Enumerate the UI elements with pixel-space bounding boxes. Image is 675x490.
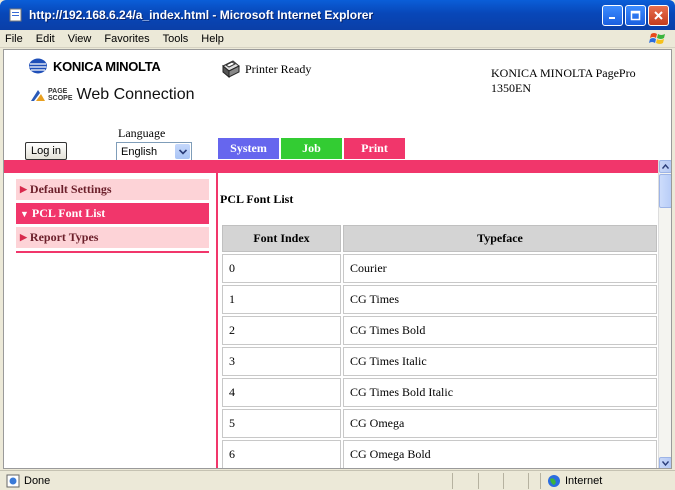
menu-tools[interactable]: Tools [163,33,189,45]
font-table: Font Index Typeface 0 Courier 1 CG Times 2… [220,223,659,468]
pagescope-line1: PAGE [48,88,68,95]
table-row: 1 CG Times [222,285,657,314]
windows-flag-icon [649,32,667,46]
column-header-typeface: Typeface [343,225,657,252]
scroll-up-button[interactable] [659,160,671,173]
font-index-cell: 2 [222,316,341,345]
sidebar-item-report-types[interactable]: ▶ Report Types [16,227,209,248]
menu-edit[interactable]: Edit [36,33,55,45]
typeface-cell: CG Times Italic [343,347,657,376]
sidebar-item-label: Report Types [29,230,99,244]
globe-icon [548,475,560,487]
font-index-cell: 0 [222,254,341,283]
web-connection-title: Web Connection [76,86,195,103]
tab-print[interactable]: Print [344,138,405,159]
content-divider [216,173,218,468]
ie-page-icon [8,7,24,23]
title-bar: http://192.168.6.24/a_index.html - Micro… [0,0,675,30]
menu-favorites[interactable]: Favorites [104,33,149,45]
zone-text: Internet [565,475,603,487]
sidebar-item-label: PCL Font List [31,206,106,220]
font-index-cell: 5 [222,409,341,438]
font-index-cell: 4 [222,378,341,407]
tab-job[interactable]: Job [281,138,342,159]
menu-bar: File Edit View Favorites Tools Help [0,30,675,48]
web-connection-logo: PAGE SCOPE Web Connection [30,86,195,104]
pagescope-icon [31,90,45,101]
login-button[interactable]: Log in [25,142,67,160]
brand-name: KONICA MINOLTA [53,58,161,74]
language-value: English [121,145,158,158]
arrow-right-icon: ▶ [20,184,27,194]
browser-viewport: KONICA MINOLTA PAGE SCOPE Web Connection… [3,49,672,469]
table-row: 5 CG Omega [222,409,657,438]
typeface-cell: CG Times Bold [343,316,657,345]
sidebar-item-label: Default Settings [29,182,112,196]
scroll-down-button[interactable] [659,457,671,468]
konica-globe-icon [29,58,47,74]
table-row: 3 CG Times Italic [222,347,657,376]
typeface-cell: CG Omega [343,409,657,438]
table-row: 2 CG Times Bold [222,316,657,345]
font-index-cell: 6 [222,440,341,468]
vertical-scrollbar[interactable] [658,160,671,468]
close-button[interactable] [648,5,669,26]
typeface-cell: CG Times Bold Italic [343,378,657,407]
main-tabs: System Job Print [218,138,405,159]
menu-help[interactable]: Help [201,33,224,45]
page-title: PCL Font List [220,192,294,206]
typeface-cell: CG Omega Bold [343,440,657,468]
printer-model-line2: 1350EN [491,81,531,95]
table-row: 4 CG Times Bold Italic [222,378,657,407]
table-row: 0 Courier [222,254,657,283]
language-label: Language [118,126,166,140]
page-done-icon [6,474,20,488]
chevron-down-icon[interactable] [175,144,190,159]
table-row: 6 CG Omega Bold [222,440,657,468]
font-index-cell: 3 [222,347,341,376]
maximize-button[interactable] [625,5,646,26]
font-index-cell: 1 [222,285,341,314]
printer-status: Printer Ready [219,58,311,80]
status-text: Done [24,475,51,487]
typeface-cell: CG Times [343,285,657,314]
printer-model-line1: KONICA MINOLTA PagePro [491,66,636,80]
table-header-row: Font Index Typeface [222,225,657,252]
status-bar: Done Internet [0,470,675,490]
printer-icon [222,60,240,79]
sidebar-divider [16,251,209,253]
arrow-right-icon: ▶ [20,232,27,242]
printer-model: KONICA MINOLTA PagePro 1350EN [491,66,636,96]
pagescope-line2: SCOPE [48,95,73,102]
header-divider [4,160,660,173]
menu-file[interactable]: File [5,33,23,45]
konica-minolta-logo: KONICA MINOLTA [28,58,161,74]
column-header-font-index: Font Index [222,225,341,252]
sidebar-item-pcl-font-list[interactable]: ▼ PCL Font List [16,203,209,224]
minimize-button[interactable] [602,5,623,26]
security-zone: Internet [547,474,602,488]
arrow-down-icon: ▼ [20,208,29,219]
typeface-cell: Courier [343,254,657,283]
tab-system[interactable]: System [218,138,279,159]
status-done: Done [6,474,50,488]
content-header: PCL Font List [220,192,293,207]
menu-view[interactable]: View [68,33,92,45]
window-title: http://192.168.6.24/a_index.html - Micro… [29,8,374,22]
sidebar-item-default-settings[interactable]: ▶ Default Settings [16,179,209,200]
sidebar: ▶ Default Settings ▼ PCL Font List ▶ Rep… [16,179,209,253]
language-select[interactable]: English [116,142,192,161]
scrollbar-thumb[interactable] [659,174,671,208]
printer-status-text: Printer Ready [245,61,312,76]
